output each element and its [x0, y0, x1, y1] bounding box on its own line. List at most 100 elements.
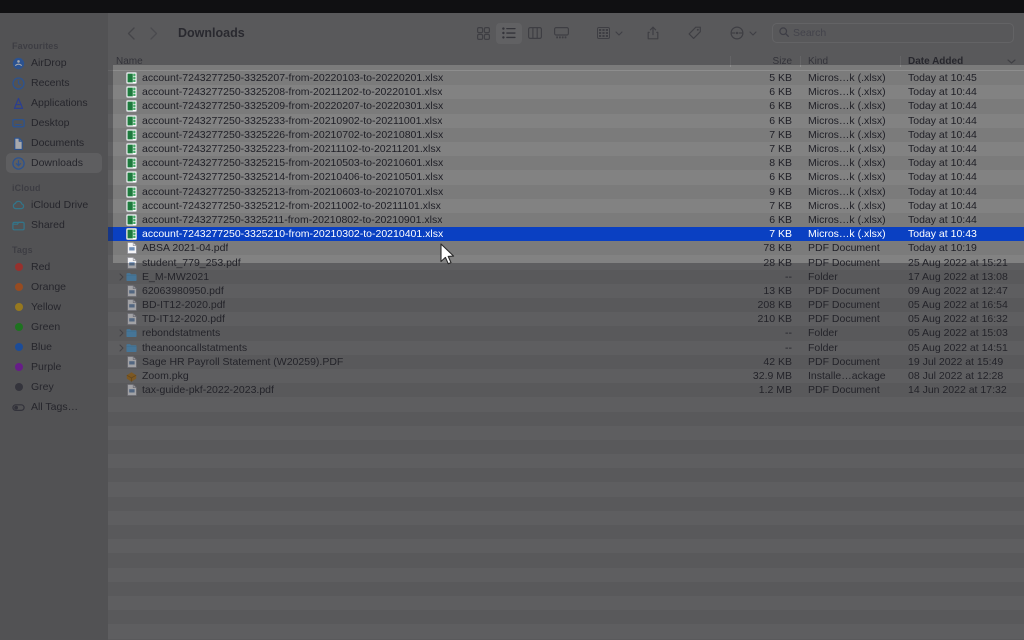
column-header-date-added-label: Date Added [908, 56, 963, 67]
sidebar-item-blue[interactable]: Blue [6, 337, 102, 357]
sidebar-item-downloads[interactable]: Downloads [6, 153, 102, 173]
all-tags-icon [12, 401, 25, 414]
empty-row [108, 610, 1024, 624]
column-view-button[interactable] [522, 23, 548, 44]
file-date-added-cell: 25 Aug 2022 at 15:21 [900, 257, 1024, 269]
file-date-added-cell: 05 Aug 2022 at 16:32 [900, 313, 1024, 325]
action-menu-chevron-down-icon[interactable] [747, 31, 758, 36]
search-field[interactable]: Search [772, 23, 1014, 43]
group-by-group[interactable] [590, 23, 624, 44]
list-view-button[interactable] [496, 23, 522, 44]
table-row[interactable]: student_779_253.pdf28 KBPDF Document25 A… [108, 255, 1024, 269]
file-name-cell: BD-IT12-2020.pdf [108, 299, 730, 311]
excel-icon [126, 158, 137, 169]
file-name-cell: 62063980950.pdf [108, 285, 730, 297]
sidebar-item-grey[interactable]: Grey [6, 377, 102, 397]
file-size-cell: 7 KB [730, 129, 800, 141]
sidebar-item-documents[interactable]: Documents [6, 133, 102, 153]
file-name-label: account-7243277250-3325214-from-20210406… [142, 171, 443, 183]
sidebar-item-orange[interactable]: Orange [6, 277, 102, 297]
table-row[interactable]: theanooncallstatments--Folder05 Aug 2022… [108, 341, 1024, 355]
table-row[interactable]: BD-IT12-2020.pdf208 KBPDF Document05 Aug… [108, 298, 1024, 312]
table-row[interactable]: account-7243277250-3325212-from-20211002… [108, 199, 1024, 213]
empty-row [108, 525, 1024, 539]
sidebar-item-airdrop[interactable]: AirDrop [6, 53, 102, 73]
file-name-label: theanooncallstatments [142, 342, 247, 354]
file-name-label: account-7243277250-3325215-from-20210503… [142, 157, 443, 169]
tag-button[interactable] [682, 23, 708, 44]
table-row[interactable]: account-7243277250-3325213-from-20210603… [108, 185, 1024, 199]
table-row[interactable]: account-7243277250-3325223-from-20211102… [108, 142, 1024, 156]
table-row[interactable]: tax-guide-pkf-2022-2023.pdf1.2 MBPDF Doc… [108, 383, 1024, 397]
sidebar-item-all-tags[interactable]: All Tags… [6, 397, 102, 417]
file-kind-cell: Folder [800, 271, 900, 283]
sidebar-item-label: Green [31, 321, 60, 333]
column-header-name[interactable]: Name [108, 53, 730, 70]
forward-button[interactable] [142, 22, 164, 44]
sidebar-item-applications[interactable]: Applications [6, 93, 102, 113]
column-headers: Name Size Kind Date Added [108, 53, 1024, 71]
airdrop-icon [12, 57, 25, 70]
downloads-icon [12, 157, 25, 170]
sidebar-item-label: Documents [31, 137, 84, 149]
column-header-kind[interactable]: Kind [800, 53, 900, 70]
file-name-cell: tax-guide-pkf-2022-2023.pdf [108, 384, 730, 396]
sidebar-item-shared[interactable]: Shared [6, 215, 102, 235]
table-row[interactable]: account-7243277250-3325209-from-20220207… [108, 99, 1024, 113]
file-name-label: Sage HR Payroll Statement (W20259).PDF [142, 356, 343, 368]
icon-view-button[interactable] [470, 23, 496, 44]
column-header-date-added[interactable]: Date Added [900, 53, 1024, 70]
sidebar-item-yellow[interactable]: Yellow [6, 297, 102, 317]
column-header-size-label: Size [773, 56, 792, 67]
table-row[interactable]: account-7243277250-3325208-from-20211202… [108, 85, 1024, 99]
sidebar-item-icloud-drive[interactable]: iCloud Drive [6, 195, 102, 215]
file-size-cell: 6 KB [730, 86, 800, 98]
pdf-icon [126, 300, 137, 311]
table-row[interactable]: account-7243277250-3325210-from-20210302… [108, 227, 1024, 241]
file-list[interactable]: account-7243277250-3325207-from-20220103… [108, 71, 1024, 640]
table-row[interactable]: ABSA 2021-04.pdf78 KBPDF DocumentToday a… [108, 241, 1024, 255]
table-row[interactable]: account-7243277250-3325211-from-20210802… [108, 213, 1024, 227]
disclosure-chevron-right-icon[interactable] [116, 344, 126, 352]
file-date-added-cell: Today at 10:44 [900, 100, 1024, 112]
table-row[interactable]: account-7243277250-3325207-from-20220103… [108, 71, 1024, 85]
file-name-label: E_M-MW2021 [142, 271, 209, 283]
back-button[interactable] [120, 22, 142, 44]
file-kind-cell: PDF Document [800, 313, 900, 325]
table-row[interactable]: Zoom.pkg32.9 MBInstalle…ackage08 Jul 202… [108, 369, 1024, 383]
share-button[interactable] [640, 23, 666, 44]
clock-icon [12, 77, 25, 90]
disclosure-chevron-right-icon[interactable] [116, 273, 126, 281]
sidebar-item-desktop[interactable]: Desktop [6, 113, 102, 133]
applications-icon [12, 97, 25, 110]
file-date-added-cell: 19 Jul 2022 at 15:49 [900, 356, 1024, 368]
table-row[interactable]: rebondstatments--Folder05 Aug 2022 at 15… [108, 326, 1024, 340]
tag-dot-icon [12, 381, 25, 394]
table-row[interactable]: 62063980950.pdf13 KBPDF Document09 Aug 2… [108, 284, 1024, 298]
empty-row [108, 426, 1024, 440]
sidebar-item-recents[interactable]: Recents [6, 73, 102, 93]
excel-icon [126, 186, 137, 197]
sidebar-item-label: iCloud Drive [31, 199, 88, 211]
table-row[interactable]: account-7243277250-3325226-from-20210702… [108, 128, 1024, 142]
gallery-view-button[interactable] [548, 23, 574, 44]
action-menu-group[interactable] [724, 23, 758, 44]
finder-window: Favourites AirDrop Recents Applications … [0, 13, 1024, 640]
sidebar-item-purple[interactable]: Purple [6, 357, 102, 377]
disclosure-chevron-right-icon[interactable] [116, 329, 126, 337]
sidebar-item-red[interactable]: Red [6, 257, 102, 277]
table-row[interactable]: account-7243277250-3325233-from-20210902… [108, 114, 1024, 128]
sidebar-item-green[interactable]: Green [6, 317, 102, 337]
file-size-cell: 1.2 MB [730, 384, 800, 396]
table-row[interactable]: account-7243277250-3325215-from-20210503… [108, 156, 1024, 170]
table-row[interactable]: Sage HR Payroll Statement (W20259).PDF42… [108, 355, 1024, 369]
table-row[interactable]: TD-IT12-2020.pdf210 KBPDF Document05 Aug… [108, 312, 1024, 326]
file-size-cell: 9 KB [730, 186, 800, 198]
empty-row [108, 482, 1024, 496]
group-by-chevron-down-icon[interactable] [613, 31, 624, 36]
column-header-size[interactable]: Size [730, 53, 800, 70]
file-name-label: account-7243277250-3325209-from-20220207… [142, 100, 443, 112]
file-size-cell: 208 KB [730, 299, 800, 311]
table-row[interactable]: account-7243277250-3325214-from-20210406… [108, 170, 1024, 184]
table-row[interactable]: E_M-MW2021--Folder17 Aug 2022 at 13:08 [108, 270, 1024, 284]
